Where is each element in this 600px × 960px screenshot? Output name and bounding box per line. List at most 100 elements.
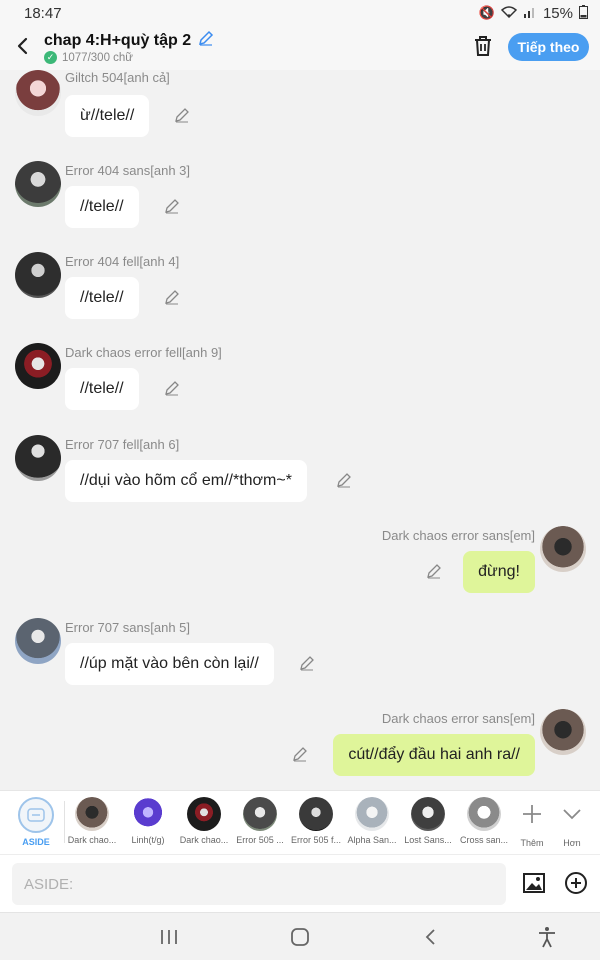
message-bubble[interactable]: //tele// xyxy=(65,368,139,410)
recent-apps-button[interactable] xyxy=(156,925,182,949)
check-icon: ✓ xyxy=(44,51,57,64)
back-icon xyxy=(425,929,435,945)
avatar xyxy=(467,797,501,831)
message-bubble[interactable]: ừ//tele// xyxy=(65,95,150,137)
character-label: Dark chao... xyxy=(67,835,117,845)
chevron-left-icon xyxy=(17,37,28,55)
more-button[interactable]: Hơn xyxy=(550,797,594,848)
aside-avatar xyxy=(18,797,54,833)
image-icon xyxy=(523,873,545,893)
input-bar xyxy=(0,854,600,912)
trash-icon xyxy=(475,36,491,56)
image-button[interactable] xyxy=(522,871,546,895)
edit-message-icon[interactable] xyxy=(164,289,180,305)
add-button[interactable] xyxy=(564,871,588,895)
edit-message-icon[interactable] xyxy=(299,655,315,671)
character-chip[interactable]: Error 505 f... xyxy=(288,797,344,845)
avatar[interactable] xyxy=(15,252,61,298)
add-character-button[interactable]: Thêm xyxy=(510,797,554,848)
character-selector: ASIDE Dark chao... Linh(t/g) Dark chao..… xyxy=(0,790,600,854)
avatar xyxy=(243,797,277,831)
character-label: Linh(t/g) xyxy=(131,835,165,845)
next-button[interactable]: Tiếp theo xyxy=(508,33,589,61)
nav-back-button[interactable] xyxy=(418,925,444,949)
character-label: Dark chao... xyxy=(179,835,229,845)
speaker-name: Dark chaos error sans[em] xyxy=(381,711,535,726)
word-count-row: ✓ 1077/300 chữ xyxy=(44,51,133,64)
status-time: 18:47 xyxy=(24,4,62,22)
speaker-name: Error 707 sans[anh 5] xyxy=(65,620,191,635)
mute-icon: 🔇 xyxy=(478,5,495,20)
character-chip[interactable]: Lost Sans... xyxy=(400,797,456,845)
chapter-title[interactable]: chap 4:H+quỳ tập 2 xyxy=(44,32,191,50)
character-chip[interactable]: Dark chao... xyxy=(176,797,232,845)
character-aside[interactable]: ASIDE xyxy=(8,797,64,847)
back-button[interactable] xyxy=(12,34,34,58)
message-input[interactable] xyxy=(12,863,506,905)
signal-icon xyxy=(523,6,537,21)
add-label: Thêm xyxy=(520,838,544,848)
character-chip[interactable]: Cross san... xyxy=(456,797,512,845)
avatar xyxy=(355,797,389,831)
wifi-icon xyxy=(500,5,518,21)
chat-area[interactable]: Giltch 504[anh cả] ừ//tele// Error 404 s… xyxy=(0,70,600,790)
accessibility-button[interactable] xyxy=(534,925,560,949)
avatar xyxy=(75,797,109,831)
aside-icon xyxy=(27,808,45,822)
title-row: chap 4:H+quỳ tập 2 xyxy=(44,29,215,52)
character-chip[interactable]: Alpha San... xyxy=(344,797,400,845)
edit-message-icon[interactable] xyxy=(164,380,180,396)
avatar xyxy=(131,797,165,831)
home-button[interactable] xyxy=(287,925,313,949)
edit-message-icon[interactable] xyxy=(174,107,190,123)
avatar[interactable] xyxy=(15,618,61,664)
avatar xyxy=(299,797,333,831)
more-label: Hơn xyxy=(563,838,581,848)
edit-title-icon[interactable] xyxy=(197,29,215,52)
character-label: Cross san... xyxy=(459,835,508,845)
avatar[interactable] xyxy=(540,709,586,755)
recent-apps-icon xyxy=(161,930,177,944)
character-chip[interactable]: Error 505 ... xyxy=(232,797,288,845)
character-label: Error 505 f... xyxy=(290,835,342,845)
accessibility-icon xyxy=(539,927,555,948)
edit-message-icon[interactable] xyxy=(426,563,442,579)
character-label: ASIDE xyxy=(22,837,50,847)
battery-icon xyxy=(579,4,588,22)
speaker-name: Giltch 504[anh cả] xyxy=(65,70,170,85)
message-bubble[interactable]: //tele// xyxy=(65,277,139,319)
message-bubble[interactable]: //úp mặt vào bên còn lại// xyxy=(65,643,274,685)
system-nav-bar xyxy=(0,912,600,960)
word-count: 1077/300 chữ xyxy=(62,51,134,64)
avatar[interactable] xyxy=(15,70,61,116)
avatar[interactable] xyxy=(540,526,586,572)
avatar[interactable] xyxy=(15,161,61,207)
plus-icon xyxy=(523,805,541,823)
chapter-header: chap 4:H+quỳ tập 2 ✓ 1077/300 chữ Tiếp t… xyxy=(0,26,600,70)
avatar xyxy=(187,797,221,831)
message-bubble[interactable]: //dụi vào hõm cổ em//*thơm~* xyxy=(65,460,307,502)
character-label: Alpha San... xyxy=(347,835,397,845)
character-label: Lost Sans... xyxy=(404,835,452,845)
speaker-name: Dark chaos error fell[anh 9] xyxy=(65,345,222,360)
battery-level: 15% xyxy=(542,4,573,22)
edit-message-icon[interactable] xyxy=(336,472,352,488)
avatar[interactable] xyxy=(15,343,61,389)
speaker-name: Dark chaos error sans[em] xyxy=(381,528,535,543)
status-bar: 18:47 🔇 15% xyxy=(0,0,600,26)
edit-message-icon[interactable] xyxy=(292,746,308,762)
plus-circle-icon xyxy=(565,872,587,894)
edit-message-icon[interactable] xyxy=(164,198,180,214)
message-bubble[interactable]: đừng! xyxy=(463,551,535,593)
message-bubble[interactable]: cút//đẩy đầu hai anh ra// xyxy=(333,734,535,776)
character-label: Error 505 ... xyxy=(236,835,284,845)
avatar[interactable] xyxy=(15,435,61,481)
status-icons: 🔇 15% xyxy=(478,4,588,22)
character-chip[interactable]: Dark chao... xyxy=(64,797,120,845)
delete-button[interactable] xyxy=(472,34,494,58)
chevron-down-icon xyxy=(563,809,581,820)
speaker-name: Error 404 fell[anh 4] xyxy=(65,254,180,269)
message-bubble[interactable]: //tele// xyxy=(65,186,139,228)
character-chip[interactable]: Linh(t/g) xyxy=(120,797,176,845)
speaker-name: Error 404 sans[anh 3] xyxy=(65,163,191,178)
